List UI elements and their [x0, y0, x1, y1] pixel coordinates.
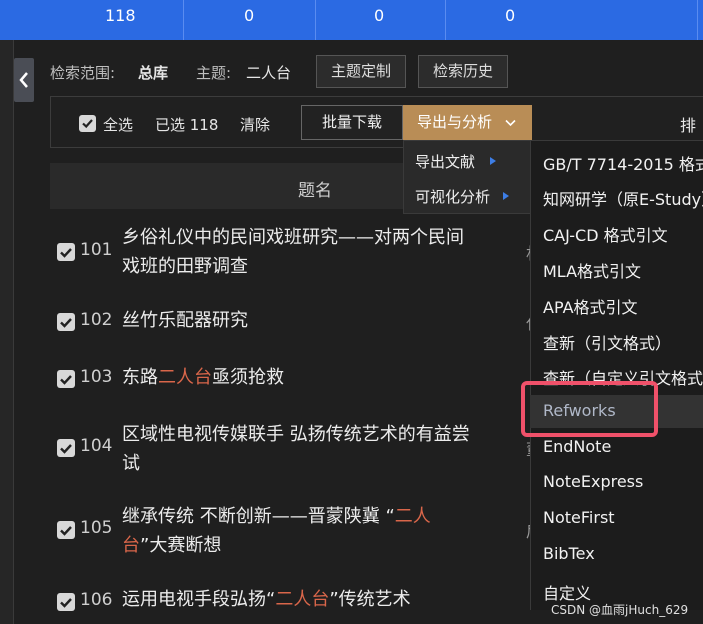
title-text: 亟须抢救	[212, 367, 284, 388]
checkmark-icon	[60, 248, 72, 258]
checkmark-icon	[60, 444, 72, 454]
submenu-arrow-icon	[503, 192, 509, 200]
scope-label: 检索范围:	[50, 64, 116, 82]
table-row-title[interactable]: 继承传统 不断创新——晋蒙陕冀 “二人 台”大赛断想	[122, 502, 431, 560]
table-row-title[interactable]: 东路二人台亟须抢救	[122, 363, 284, 392]
title-line: 继承传统 不断创新——晋蒙陕冀 “二人	[122, 502, 431, 531]
stat-divider	[697, 0, 698, 40]
menu-item-export-literature[interactable]: 导出文献	[415, 151, 475, 172]
clear-button[interactable]: 清除	[240, 114, 270, 135]
export-analysis-label: 导出与分析	[417, 113, 493, 131]
table-row-title[interactable]: 运用电视手段弘扬“二人台”传统艺术	[122, 585, 411, 614]
format-gbt7714[interactable]: GB/T 7714-2015 格式	[543, 151, 703, 175]
column-header-title[interactable]: 题名	[298, 176, 332, 201]
checkmark-icon	[60, 526, 72, 536]
annotation-highlight-box	[521, 381, 658, 437]
menu-item-visual-analysis[interactable]: 可视化分析	[415, 186, 490, 207]
row-number: 101	[80, 240, 113, 260]
title-text: 东路	[122, 367, 158, 388]
table-row-title[interactable]: 丝竹乐配器研究	[122, 306, 248, 335]
stat-divider	[183, 0, 184, 40]
stat-value[interactable]: 0	[244, 6, 254, 25]
format-mla[interactable]: MLA格式引文	[543, 258, 641, 282]
stat-value[interactable]: 0	[505, 6, 515, 25]
row-checkbox[interactable]	[57, 313, 75, 331]
format-endnote[interactable]: EndNote	[543, 437, 611, 456]
table-row-title[interactable]: 乡俗礼仪中的民间戏班研究——对两个民间 戏班的田野调查	[122, 223, 464, 281]
topic-label: 主题:	[196, 64, 232, 82]
title-keyword-highlight: 二人台	[275, 589, 330, 610]
stat-value[interactable]: 0	[374, 6, 384, 25]
format-apa[interactable]: APA格式引文	[543, 294, 638, 318]
title-text: ”大赛断想	[140, 535, 222, 556]
row-checkbox[interactable]	[57, 521, 75, 539]
checkmark-icon	[82, 119, 93, 129]
row-number: 103	[80, 367, 113, 387]
title-keyword-highlight: 二人台	[158, 367, 212, 388]
title-text: 继承传统 不断创新——晋蒙陕冀 “	[122, 506, 395, 527]
title-text: 丝竹乐配器研究	[122, 310, 248, 331]
selected-count: 已选 118	[155, 116, 219, 134]
title-line: 台”大赛断想	[122, 531, 431, 560]
row-number: 102	[80, 310, 113, 330]
format-caj-cd[interactable]: CAJ-CD 格式引文	[543, 222, 668, 246]
checkmark-icon	[60, 375, 72, 385]
checkmark-icon	[60, 318, 72, 328]
watermark: CSDN @血雨jHuch_629	[551, 603, 689, 617]
submenu-arrow-icon	[490, 157, 496, 165]
row-number: 106	[80, 590, 113, 610]
row-checkbox[interactable]	[57, 370, 75, 388]
title-line: 试	[122, 453, 140, 474]
chevron-down-icon	[505, 119, 516, 127]
format-noteexpress[interactable]: NoteExpress	[543, 472, 643, 491]
topic-value: 二人台	[246, 64, 292, 82]
format-notefirst[interactable]: NoteFirst	[543, 508, 615, 527]
scope-value: 总库	[138, 64, 169, 82]
select-all-checkbox[interactable]	[79, 115, 96, 132]
title-text: ”传统艺术	[329, 589, 411, 610]
stat-total[interactable]: 118	[105, 6, 136, 25]
format-bibtex[interactable]: BibTex	[543, 544, 595, 563]
table-row-title[interactable]: 区域性电视传媒联手 弘扬传统艺术的有益尝 试	[122, 420, 470, 478]
title-keyword-highlight: 台	[122, 535, 140, 556]
select-all-label[interactable]: 全选	[103, 114, 133, 135]
title-line: 乡俗礼仪中的民间戏班研究——对两个民间	[122, 227, 464, 248]
batch-download-button[interactable]: 批量下载	[301, 105, 403, 140]
title-line: 戏班的田野调查	[122, 256, 248, 277]
row-checkbox[interactable]	[57, 243, 75, 261]
format-novelty-search[interactable]: 查新（引文格式）	[543, 330, 671, 354]
title-keyword-highlight: 二人	[394, 506, 431, 527]
format-e-study[interactable]: 知网研学（原E-Study）	[543, 186, 703, 210]
left-panel-edge	[0, 40, 14, 624]
title-text: 运用电视手段弘扬“	[122, 589, 276, 610]
sort-label-cut[interactable]: 排	[680, 112, 696, 136]
topic-customize-button[interactable]: 主题定制	[316, 55, 406, 88]
collapse-sidebar-button[interactable]	[14, 58, 34, 102]
chevron-left-icon	[19, 72, 28, 88]
row-checkbox[interactable]	[57, 439, 75, 457]
search-history-button[interactable]: 检索历史	[418, 55, 508, 88]
export-analysis-button[interactable]: 导出与分析	[403, 105, 532, 140]
title-line: 区域性电视传媒联手 弘扬传统艺术的有益尝	[122, 424, 470, 445]
row-number: 105	[80, 518, 113, 538]
checkmark-icon	[60, 598, 72, 608]
row-number: 104	[80, 436, 113, 456]
stat-divider	[445, 0, 446, 40]
stat-divider	[315, 0, 316, 40]
row-checkbox[interactable]	[57, 593, 75, 611]
